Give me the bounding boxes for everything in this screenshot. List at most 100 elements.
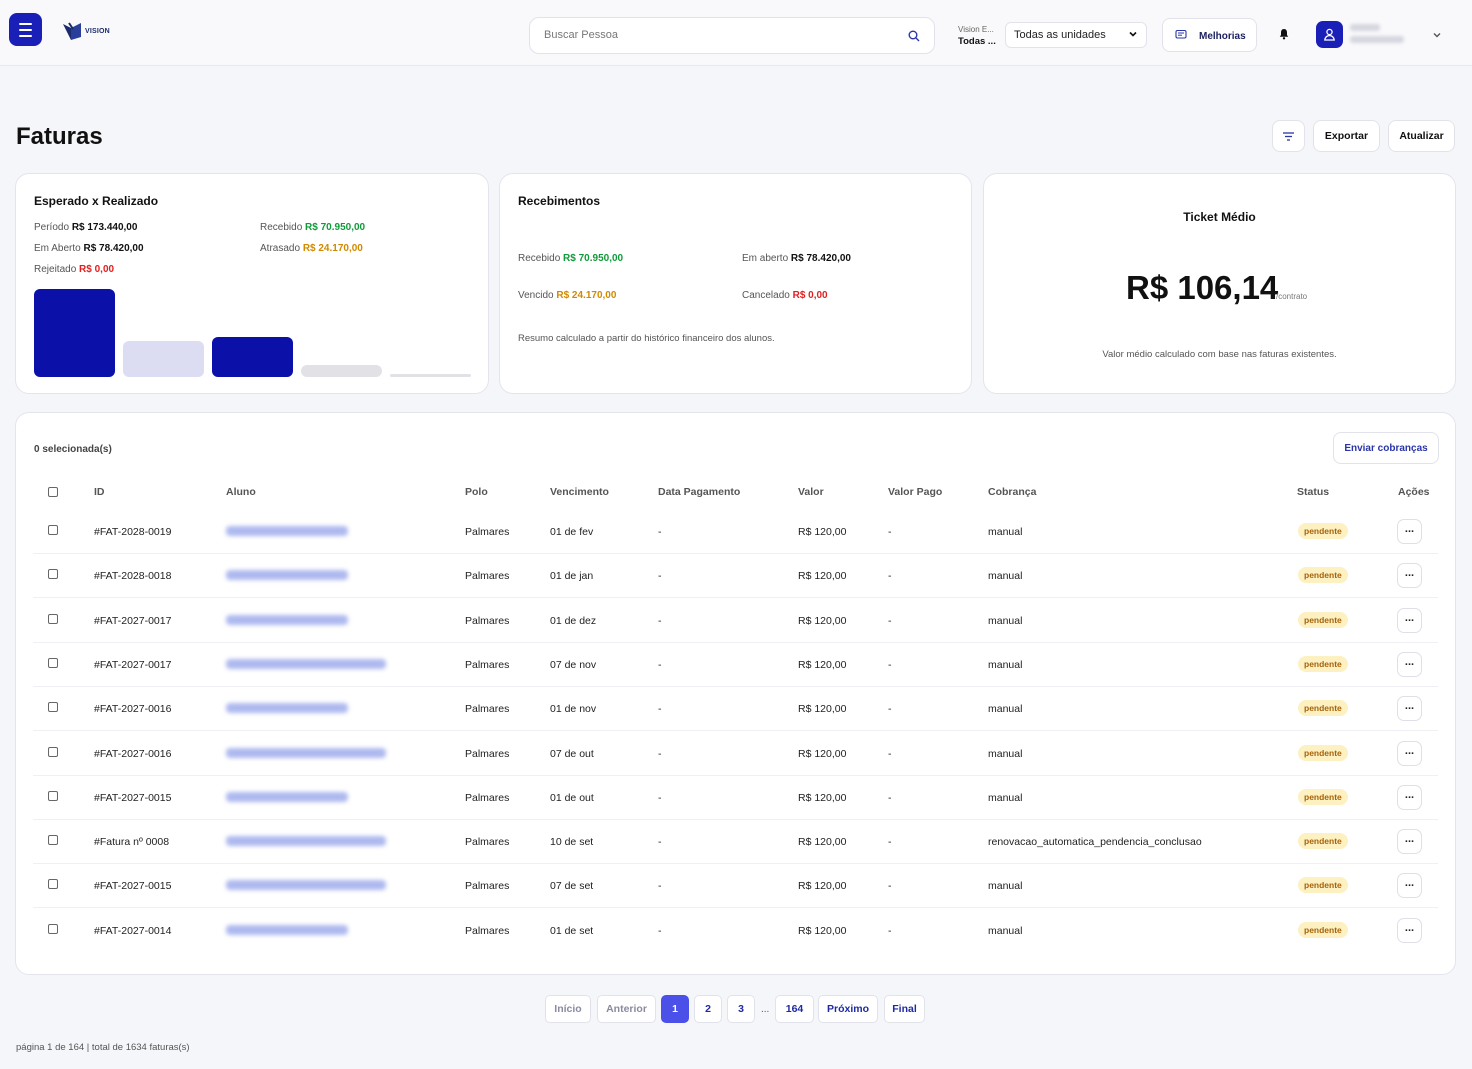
row-actions-button[interactable]: ... [1397, 563, 1422, 589]
table-row[interactable]: #FAT-2027-0014 Palmares 01 de set - R$ 120,0… [33, 909, 1438, 953]
period-stat: Período R$ 173.440,00 [34, 222, 137, 233]
student-name-link[interactable] [226, 747, 386, 758]
pagination-page-2[interactable]: 2 [694, 995, 722, 1023]
unit-select[interactable]: Todas as unidades [1005, 22, 1147, 48]
row-checkbox[interactable] [48, 702, 58, 713]
status-badge: pendente [1298, 523, 1348, 539]
column-header[interactable]: Cobrança [988, 486, 1036, 498]
pagination-prev[interactable]: Anterior [597, 995, 656, 1023]
student-name-link[interactable] [226, 658, 386, 669]
value-cell: R$ 120,00 [798, 791, 847, 804]
overdue-stat: Vencido R$ 24.170,00 [518, 290, 616, 301]
table-row[interactable]: #Fatura nº 0008 Palmares 10 de set - R$ 120,… [33, 820, 1438, 865]
student-name-link[interactable] [226, 526, 348, 536]
column-header[interactable]: Aluno [226, 486, 256, 498]
rejected-label: Rejeitado [34, 264, 77, 275]
paid-value-cell: - [888, 836, 892, 849]
invoice-id: #FAT-2027-0014 [94, 924, 172, 937]
export-button[interactable]: Exportar [1313, 120, 1380, 152]
table-row[interactable]: #FAT-2028-0019 Palmares 01 de fev - R$ 120,0… [33, 510, 1438, 554]
row-checkbox[interactable] [48, 923, 58, 934]
row-actions-button[interactable]: ... [1397, 873, 1422, 899]
row-checkbox[interactable] [48, 525, 58, 535]
column-header[interactable]: Data Pagamento [658, 486, 740, 498]
table-row[interactable]: #FAT-2027-0017 Palmares 07 de nov - R$ 120,0… [33, 643, 1438, 687]
select-all-checkbox[interactable] [48, 487, 58, 497]
paid-value-cell: - [888, 924, 892, 937]
average-ticket-card: Ticket Médio R$ 106,14 /contrato Valor m… [983, 173, 1456, 394]
student-name-link[interactable] [226, 924, 348, 935]
student-name-link[interactable] [226, 614, 348, 625]
column-header[interactable]: ID [94, 486, 105, 498]
table-row[interactable]: #FAT-2027-0016 Palmares 07 de out - R$ 120,0… [33, 732, 1438, 776]
menu-button[interactable] [9, 13, 42, 46]
student-name-link[interactable] [226, 703, 348, 714]
table-row[interactable]: #FAT-2027-0015 Palmares 07 de set - R$ 120,0… [33, 864, 1438, 909]
row-checkbox[interactable] [48, 657, 58, 668]
row-actions-button[interactable]: ... [1397, 829, 1422, 855]
average-ticket-amount: R$ 106,14 [1126, 269, 1279, 306]
refresh-button[interactable]: Atualizar [1388, 120, 1455, 152]
table-row[interactable]: #FAT-2027-0016 Palmares 01 de nov - R$ 120,0… [33, 687, 1438, 732]
search-box[interactable] [529, 17, 935, 54]
row-checkbox[interactable] [48, 790, 58, 801]
pagination-final[interactable]: Final [884, 995, 925, 1023]
row-actions-button[interactable]: ... [1397, 696, 1422, 722]
row-checkbox[interactable] [48, 746, 58, 757]
table-row[interactable]: #FAT-2028-0018 Palmares 01 de jan - R$ 120,0… [33, 554, 1438, 599]
unit-label-big: Todas ... [958, 36, 996, 47]
bell-icon[interactable] [1278, 28, 1290, 40]
pagination-summary: página 1 de 164 | total de 1634 faturas(… [16, 1042, 190, 1053]
send-charges-button[interactable]: Enviar cobranças [1333, 432, 1439, 464]
student-name-link[interactable] [226, 836, 386, 847]
received-stat: Recebido R$ 70.950,00 [260, 222, 365, 233]
logo[interactable]: VISION [61, 19, 110, 43]
row-checkbox[interactable] [48, 835, 58, 846]
paid-value-cell: - [888, 614, 892, 627]
table-row[interactable]: #FAT-2027-0015 Palmares 01 de out - R$ 120,0… [33, 776, 1438, 820]
page-title: Faturas [16, 123, 103, 150]
row-actions-button[interactable]: ... [1397, 784, 1422, 810]
student-name-link[interactable] [226, 570, 348, 581]
row-actions-button[interactable]: ... [1397, 740, 1422, 766]
column-header[interactable]: Status [1297, 486, 1329, 498]
chart-bar [123, 341, 204, 377]
table-row[interactable]: #FAT-2027-0017 Palmares 01 de dez - R$ 120,0… [33, 599, 1438, 643]
row-actions-button[interactable]: ... [1397, 917, 1422, 943]
pagination-last-page[interactable]: 164 [775, 995, 814, 1023]
search-icon[interactable] [908, 30, 920, 42]
billing-cell: manual [988, 924, 1023, 937]
column-header[interactable]: Polo [465, 486, 488, 498]
pagination-first[interactable]: Início [545, 995, 591, 1023]
filter-button[interactable] [1272, 120, 1305, 152]
pagination-page-1[interactable]: 1 [661, 995, 689, 1023]
row-checkbox[interactable] [48, 569, 58, 580]
paid-value-cell: - [888, 747, 892, 760]
row-actions-button[interactable]: ... [1397, 607, 1422, 633]
row-checkbox[interactable] [48, 613, 58, 624]
search-input[interactable] [544, 29, 894, 41]
chevron-down-icon[interactable] [1432, 30, 1442, 40]
status-badge: pendente [1298, 788, 1348, 805]
row-actions-button[interactable]: ... [1397, 519, 1422, 544]
unit-select-value: Todas as unidades [1014, 29, 1106, 41]
student-name-link[interactable] [226, 880, 386, 891]
column-header[interactable]: Valor [798, 486, 824, 498]
average-ticket-unit: /contrato [1276, 292, 1308, 301]
row-actions-button[interactable]: ... [1397, 651, 1422, 677]
status-badge: pendente [1298, 611, 1348, 628]
user-info[interactable] [1350, 24, 1410, 46]
column-header[interactable]: Vencimento [550, 486, 609, 498]
due-date-cell: 07 de out [550, 747, 594, 760]
column-header[interactable]: Valor Pago [888, 486, 942, 498]
student-name-link[interactable] [226, 791, 348, 802]
invoice-id: #FAT-2027-0015 [94, 880, 172, 893]
pagination-page-3[interactable]: 3 [727, 995, 755, 1023]
row-checkbox[interactable] [48, 879, 58, 890]
avatar[interactable] [1316, 21, 1343, 48]
pagination-next[interactable]: Próximo [818, 995, 878, 1023]
column-header[interactable]: Ações [1398, 486, 1430, 498]
improvements-button[interactable]: Melhorias [1162, 18, 1257, 52]
payment-date-cell: - [658, 526, 662, 538]
value-cell: R$ 120,00 [798, 747, 847, 760]
